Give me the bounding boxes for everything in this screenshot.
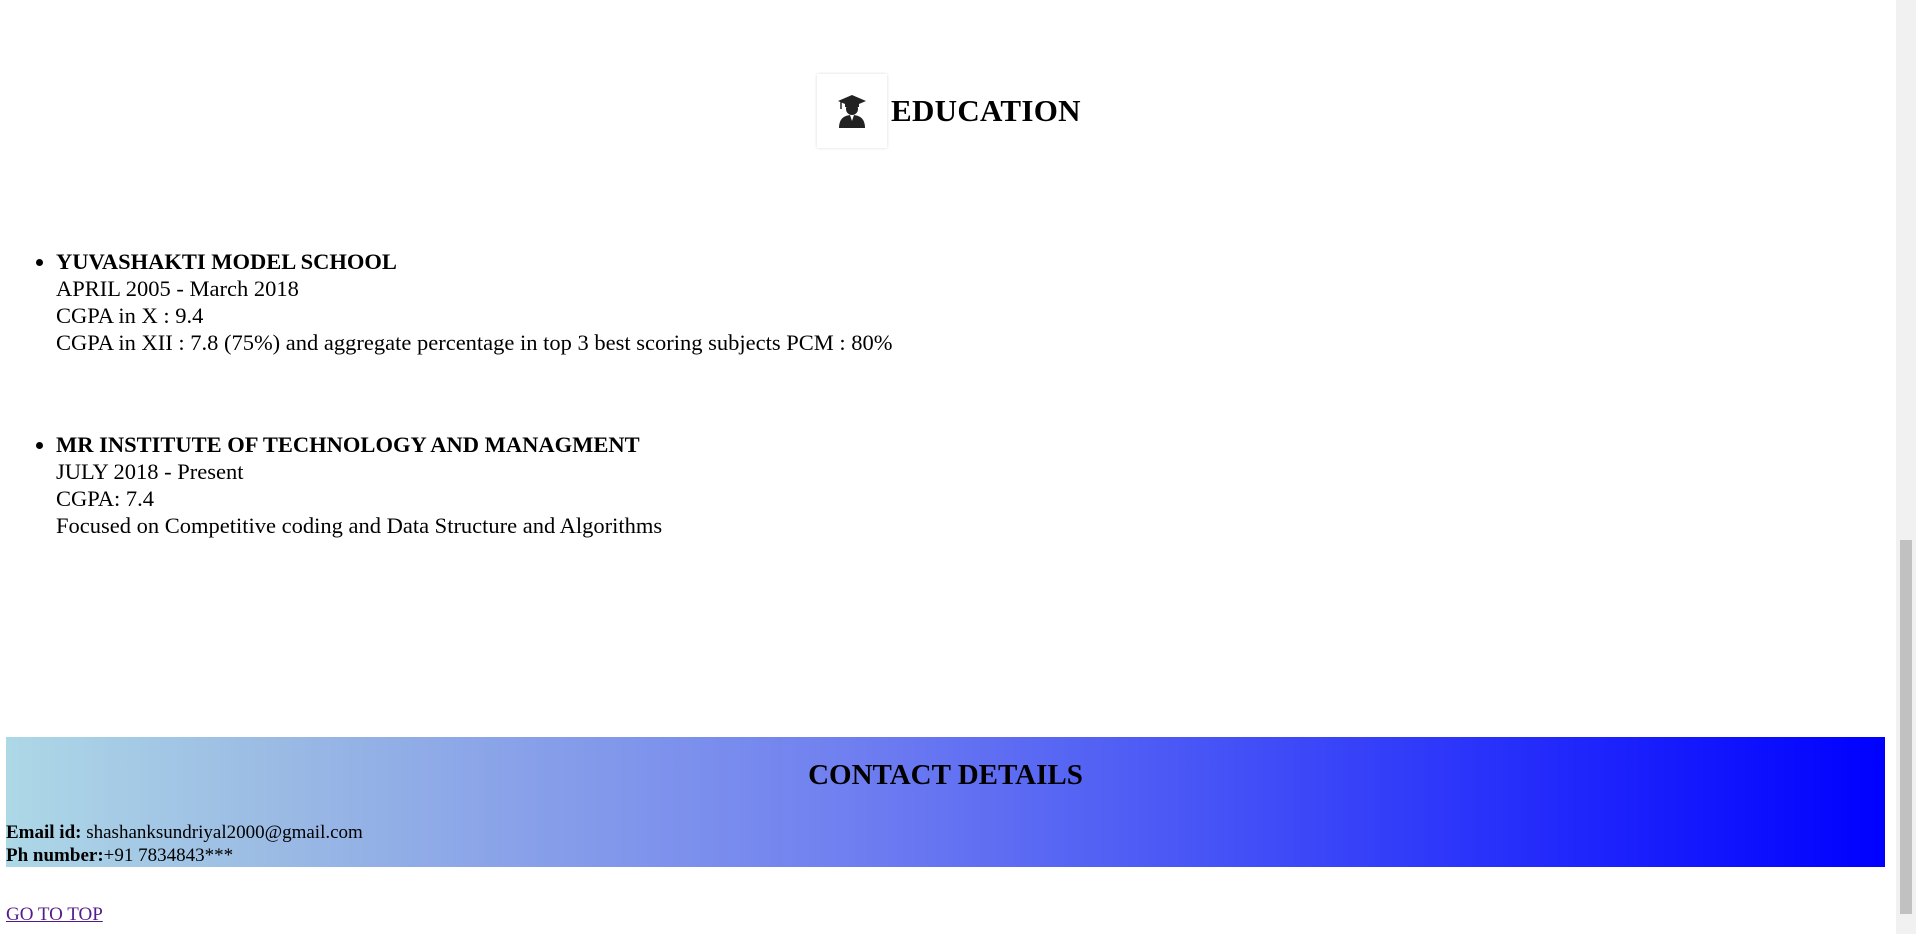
email-value: shashanksundriyal2000@gmail.com [81,822,363,843]
phone-line: Ph number:+91 7834843*** [6,844,233,867]
college-period: JULY 2018 - Present [56,459,244,484]
school-grade-x: CGPA in X : 9.4 [56,303,204,328]
page: EDUCATION YUVASHAKTI MODEL SCHOOL APRIL … [0,0,1896,934]
contact-section: CONTACT DETAILS Email id: shashanksundri… [6,737,1885,867]
education-item: YUVASHAKTI MODEL SCHOOL APRIL 2005 - Mar… [56,248,893,356]
phone-value: +91 7834843*** [103,845,234,866]
email-label: Email id: [6,822,82,843]
college-focus: Focused on Competitive coding and Data S… [56,513,663,538]
email-line: Email id: shashanksundriyal2000@gmail.co… [6,821,363,844]
education-heading: EDUCATION [817,74,1081,148]
school-period: APRIL 2005 - March 2018 [56,276,299,301]
education-list: YUVASHAKTI MODEL SCHOOL APRIL 2005 - Mar… [0,248,893,539]
college-cgpa: CGPA: 7.4 [56,486,154,511]
go-to-top-link[interactable]: GO TO TOP [6,904,103,926]
education-item: MR INSTITUTE OF TECHNOLOGY AND MANAGMENT… [56,431,893,539]
phone-label: Ph number: [6,845,104,866]
vertical-scrollbar[interactable] [1896,0,1916,934]
education-title: EDUCATION [891,93,1081,128]
scrollbar-thumb[interactable] [1900,540,1912,914]
college-name: MR INSTITUTE OF TECHNOLOGY AND MANAGMENT [56,432,640,457]
school-grade-xii: CGPA in XII : 7.8 (75%) and aggregate pe… [56,330,893,355]
contact-title: CONTACT DETAILS [808,759,1083,791]
school-name: YUVASHAKTI MODEL SCHOOL [56,249,397,274]
graduate-icon [817,74,887,148]
